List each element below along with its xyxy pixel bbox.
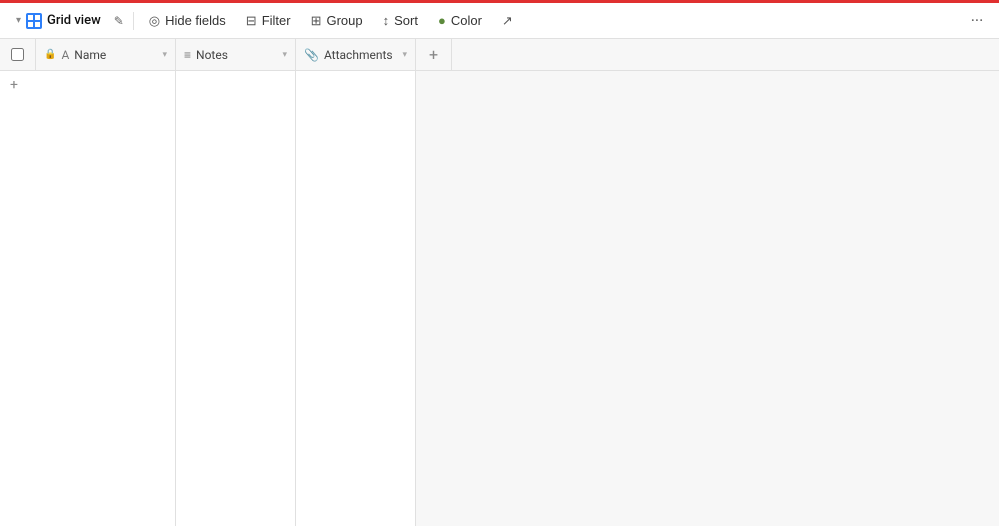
color-icon: ● (438, 13, 446, 28)
name-col-body: + (0, 71, 176, 526)
notes-col-body (176, 71, 296, 526)
notes-type-icon: ≡ (184, 48, 191, 62)
color-label: Color (451, 13, 482, 28)
color-button[interactable]: ● Color (429, 9, 491, 32)
name-type-icon: A (61, 48, 69, 62)
edit-view-icon[interactable]: ✎ (111, 13, 127, 29)
select-all-checkbox[interactable] (11, 48, 24, 61)
filter-icon: ⊟ (246, 13, 257, 29)
sort-label: Sort (394, 13, 418, 28)
name-col-chevron: ▾ (162, 50, 167, 60)
hide-fields-icon: ◎ (149, 13, 160, 29)
add-row-button[interactable]: + (0, 71, 175, 99)
chevron-down-icon: ▾ (16, 15, 21, 26)
add-column-button[interactable]: + (416, 39, 452, 70)
filter-button[interactable]: ⊟ Filter (237, 9, 300, 33)
column-header-row: 🔒 A Name ▾ ≡ Notes ▾ 📎 Attachments ▾ + (0, 39, 999, 71)
table-body: + (0, 71, 999, 526)
column-header-name[interactable]: 🔒 A Name ▾ (36, 39, 176, 70)
hide-fields-label: Hide fields (165, 13, 226, 28)
share-button[interactable]: ↗ (493, 9, 522, 33)
group-label: Group (326, 13, 362, 28)
attachments-type-icon: 📎 (304, 48, 319, 62)
more-icon: ··· (971, 11, 984, 30)
view-name-label: Grid view (47, 13, 101, 28)
attachments-col-body (296, 71, 416, 526)
lock-icon: 🔒 (44, 49, 56, 60)
notes-column-label: Notes (196, 48, 228, 62)
notes-col-chevron: ▾ (282, 50, 287, 60)
more-options-button[interactable]: ··· (963, 7, 991, 35)
hide-fields-button[interactable]: ◎ Hide fields (140, 9, 235, 33)
row-select-all[interactable] (0, 39, 36, 70)
group-button[interactable]: ⊞ Group (302, 9, 372, 33)
column-header-attachments[interactable]: 📎 Attachments ▾ (296, 39, 416, 70)
name-column-label: Name (74, 48, 106, 62)
grid-view-icon (26, 13, 42, 29)
toolbar-divider-1 (133, 12, 134, 30)
sort-button[interactable]: ↕ Sort (374, 9, 427, 32)
sort-icon: ↕ (383, 13, 390, 28)
add-column-icon: + (429, 45, 438, 64)
share-icon: ↗ (502, 13, 513, 29)
attachments-column-label: Attachments (324, 48, 393, 62)
empty-col-body (416, 71, 999, 526)
add-row-icon: + (10, 77, 18, 93)
toolbar: ▾ Grid view ✎ ◎ Hide fields ⊟ Filter ⊞ G… (0, 3, 999, 39)
attachments-col-chevron: ▾ (402, 50, 407, 60)
filter-label: Filter (262, 13, 291, 28)
view-toggle[interactable]: ▾ Grid view (8, 9, 109, 33)
column-header-notes[interactable]: ≡ Notes ▾ (176, 39, 296, 70)
group-icon: ⊞ (311, 13, 322, 29)
